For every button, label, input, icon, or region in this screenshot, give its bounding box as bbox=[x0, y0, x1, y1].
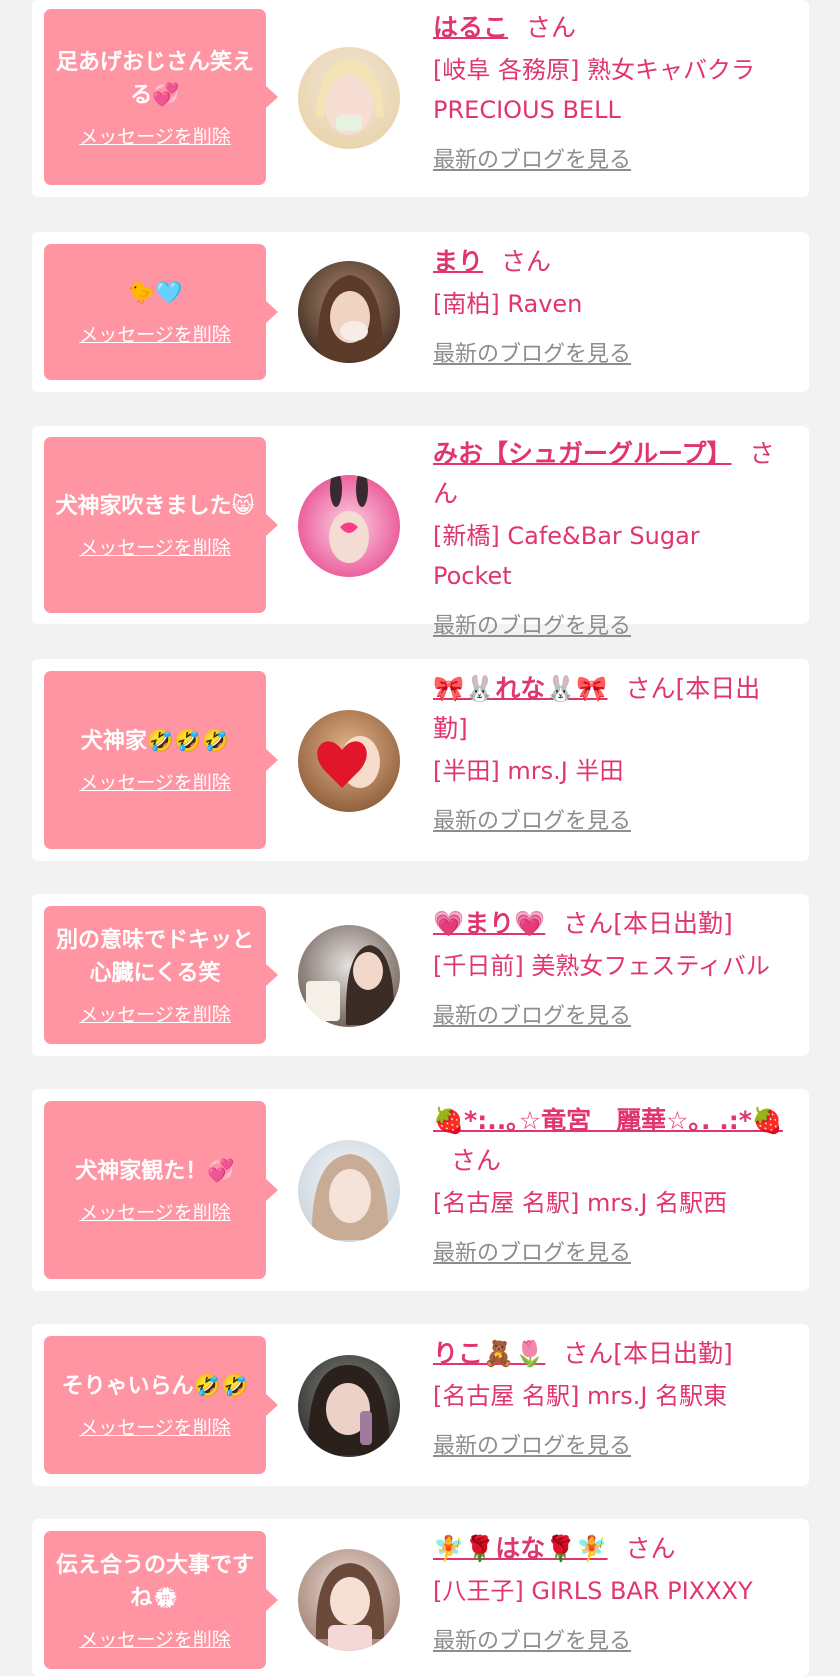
delete-message-link[interactable]: メッセージを削除 bbox=[79, 533, 231, 560]
cast-name-link[interactable]: はるこ bbox=[433, 13, 508, 42]
cast-name-link[interactable]: 🎀🐰れな🐰🎀 bbox=[433, 674, 608, 703]
honorific: さん[本日出勤] bbox=[563, 1339, 733, 1368]
avatar-photo bbox=[298, 710, 400, 812]
avatar-photo bbox=[298, 47, 400, 149]
message-bubble: 🐤🩵 メッセージを削除 bbox=[44, 244, 278, 380]
avatar-photo bbox=[298, 1549, 400, 1651]
honorific: さん[本日出勤] bbox=[563, 909, 733, 938]
message-text: 別の意味でドキッと心臓にくる笑 bbox=[55, 927, 254, 986]
delete-message-link[interactable]: メッセージを削除 bbox=[79, 1198, 231, 1225]
latest-blog-link[interactable]: 最新のブログを見る bbox=[433, 608, 631, 640]
latest-blog-link[interactable]: 最新のブログを見る bbox=[433, 1623, 631, 1655]
avatar-photo bbox=[298, 475, 400, 577]
latest-blog-link[interactable]: 最新のブログを見る bbox=[433, 142, 631, 174]
message-text: 🐤🩵 bbox=[127, 281, 183, 306]
shop-info: [千日前] 美熟女フェスティバル bbox=[433, 952, 770, 980]
shop-info: [南柏] Raven bbox=[433, 290, 583, 318]
shop-info: [岐阜 各務原] 熟女キャバクラ PRECIOUS BELL bbox=[433, 56, 755, 124]
cast-name-link[interactable]: みお【シュガーグループ】 bbox=[433, 439, 732, 468]
latest-blog-link[interactable]: 最新のブログを見る bbox=[433, 803, 631, 835]
message-card: 🐤🩵 メッセージを削除 まり さん [南柏] Raven 最新のブログを見る bbox=[32, 232, 809, 392]
cast-name-link[interactable]: りこ🧸🌷 bbox=[433, 1339, 545, 1368]
message-bubble: 犬神家🤣🤣🤣 メッセージを削除 bbox=[44, 671, 278, 849]
message-text: 伝え合うの大事ですね💮 bbox=[55, 1552, 254, 1611]
avatar[interactable] bbox=[298, 1549, 400, 1651]
message-card: そりゃいらん🤣🤣 メッセージを削除 りこ🧸🌷 さん[本日出勤] [名古屋 名駅] … bbox=[32, 1324, 809, 1486]
honorific: さん bbox=[451, 1146, 502, 1175]
delete-message-link[interactable]: メッセージを削除 bbox=[79, 1000, 231, 1027]
avatar[interactable] bbox=[298, 475, 400, 577]
shop-info: [名古屋 名駅] mrs.J 名駅西 bbox=[433, 1189, 728, 1217]
delete-message-link[interactable]: メッセージを削除 bbox=[79, 320, 231, 347]
message-card: 犬神家吹きました😸 メッセージを削除 みお【シュガーグループ】 さん [新橋] C… bbox=[32, 426, 809, 639]
message-card: 犬神家🤣🤣🤣 メッセージを削除 🎀🐰れな🐰🎀 さん[本日出勤] [半田] mrs.… bbox=[32, 659, 809, 861]
avatar-photo bbox=[298, 1140, 400, 1242]
message-card: 別の意味でドキッと心臓にくる笑 メッセージを削除 💗まり💗 さん[本日出勤] [千… bbox=[32, 894, 809, 1056]
cast-name-link[interactable]: 🧚🌹はな🌹🧚 bbox=[433, 1534, 608, 1563]
message-bubble: そりゃいらん🤣🤣 メッセージを削除 bbox=[44, 1336, 278, 1474]
message-text: 足あげおじさん笑える💞 bbox=[55, 49, 254, 108]
avatar[interactable] bbox=[298, 261, 400, 363]
latest-blog-link[interactable]: 最新のブログを見る bbox=[433, 998, 631, 1030]
message-bubble: 別の意味でドキッと心臓にくる笑 メッセージを削除 bbox=[44, 906, 278, 1044]
message-card: 伝え合うの大事ですね💮 メッセージを削除 🧚🌹はな🌹🧚 さん [八王子] GIRL… bbox=[32, 1519, 809, 1676]
avatar-photo bbox=[298, 925, 400, 1027]
latest-blog-link[interactable]: 最新のブログを見る bbox=[433, 336, 631, 368]
shop-info: [新橋] Cafe&Bar Sugar Pocket bbox=[433, 522, 700, 590]
shop-info: [名古屋 名駅] mrs.J 名駅東 bbox=[433, 1382, 728, 1410]
cast-name-link[interactable]: 🍓*:..｡☆竜宮 麗華☆｡. .:*🍓 bbox=[433, 1106, 783, 1135]
delete-message-link[interactable]: メッセージを削除 bbox=[79, 1413, 231, 1440]
delete-message-link[interactable]: メッセージを削除 bbox=[79, 768, 231, 795]
latest-blog-link[interactable]: 最新のブログを見る bbox=[433, 1428, 631, 1460]
message-text: 犬神家観た！💞 bbox=[75, 1159, 235, 1184]
delete-message-link[interactable]: メッセージを削除 bbox=[79, 122, 231, 149]
message-bubble: 犬神家観た！💞 メッセージを削除 bbox=[44, 1101, 278, 1279]
shop-info: [半田] mrs.J 半田 bbox=[433, 757, 624, 785]
message-text: 犬神家🤣🤣🤣 bbox=[80, 729, 230, 754]
message-list: 足あげおじさん笑える💞 メッセージを削除 はるこ さん [岐阜 各務原] 熟女キャ… bbox=[0, 0, 840, 1676]
message-bubble: 伝え合うの大事ですね💮 メッセージを削除 bbox=[44, 1531, 278, 1669]
honorific: さん bbox=[625, 1534, 676, 1563]
avatar[interactable] bbox=[298, 925, 400, 1027]
cast-name-link[interactable]: まり bbox=[433, 247, 483, 276]
message-card: 足あげおじさん笑える💞 メッセージを削除 はるこ さん [岐阜 各務原] 熟女キャ… bbox=[32, 0, 809, 197]
avatar[interactable] bbox=[298, 710, 400, 812]
shop-info: [八王子] GIRLS BAR PIXXXY bbox=[433, 1577, 753, 1605]
cast-name-link[interactable]: 💗まり💗 bbox=[433, 909, 545, 938]
message-bubble: 犬神家吹きました😸 メッセージを削除 bbox=[44, 437, 278, 613]
avatar[interactable] bbox=[298, 47, 400, 149]
message-card: 犬神家観た！💞 メッセージを削除 🍓*:..｡☆竜宮 麗華☆｡. .:*🍓さん … bbox=[32, 1089, 809, 1291]
honorific: さん bbox=[501, 247, 552, 276]
latest-blog-link[interactable]: 最新のブログを見る bbox=[433, 1235, 631, 1267]
honorific: さん bbox=[526, 13, 577, 42]
avatar[interactable] bbox=[298, 1140, 400, 1242]
avatar-photo bbox=[298, 261, 400, 363]
message-text: そりゃいらん🤣🤣 bbox=[61, 1374, 249, 1399]
delete-message-link[interactable]: メッセージを削除 bbox=[79, 1625, 231, 1652]
avatar[interactable] bbox=[298, 1355, 400, 1457]
avatar-photo bbox=[298, 1355, 400, 1457]
message-text: 犬神家吹きました😸 bbox=[55, 494, 255, 519]
message-bubble: 足あげおじさん笑える💞 メッセージを削除 bbox=[44, 9, 278, 185]
